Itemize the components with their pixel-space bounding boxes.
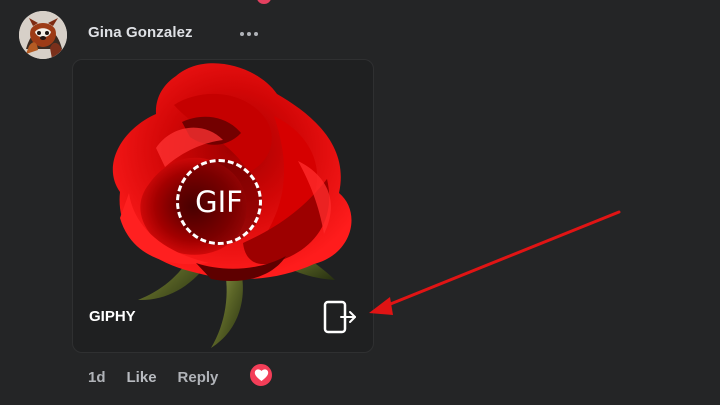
comment-actions: 1d Like Reply: [88, 369, 218, 386]
exit-share-icon[interactable]: [323, 300, 359, 334]
like-button[interactable]: Like: [127, 369, 157, 386]
giphy-label: GIPHY: [89, 308, 136, 325]
more-options-icon[interactable]: [238, 24, 260, 42]
comment-page: Gina Gonzalez GIF GIPHY 1d Like Reply: [0, 0, 720, 405]
timestamp[interactable]: 1d: [88, 369, 106, 386]
gif-attachment[interactable]: GIF GIPHY: [72, 59, 374, 353]
red-panda-avatar: [19, 11, 67, 59]
heart-icon[interactable]: [248, 362, 274, 388]
gif-badge[interactable]: GIF: [176, 159, 262, 245]
avatar[interactable]: [19, 11, 67, 59]
reply-button[interactable]: Reply: [178, 369, 219, 386]
top-reaction-fragment: [257, 0, 271, 4]
author-name[interactable]: Gina Gonzalez: [88, 24, 193, 41]
